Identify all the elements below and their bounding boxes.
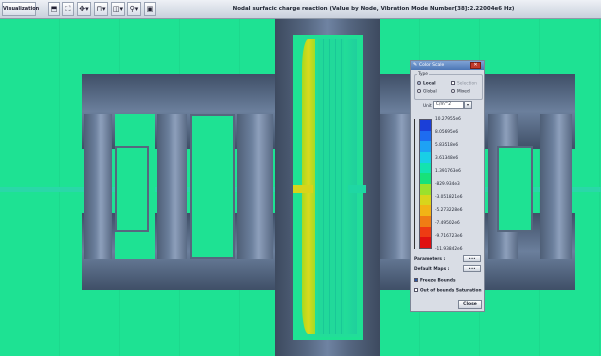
parameters-button[interactable]: •••: [463, 255, 481, 262]
color-swatch: [420, 141, 431, 153]
scale-value-label: 3.61348e6: [435, 155, 459, 161]
anchor-right: [348, 185, 366, 193]
selection-checkbox[interactable]: Selection: [451, 81, 477, 87]
freeze-bounds-checkbox[interactable]: Freeze Bounds: [414, 278, 456, 284]
local-radio[interactable]: Local: [417, 81, 436, 87]
default-maps-button[interactable]: •••: [463, 265, 481, 272]
color-swatch: [420, 205, 431, 217]
scale-value-label: 8.05695e6: [435, 129, 459, 135]
scale-value-label: -11.93842e6: [435, 246, 463, 252]
type-label: Type: [417, 72, 429, 77]
toolbar: Visualization ⬒ ⛶ ✥▾ ⊓▾ ◫▾ ⚲▾ ▣ Nodal su…: [0, 0, 601, 19]
type-group: [414, 74, 483, 100]
unit-dropdown-button[interactable]: ▾: [464, 101, 472, 109]
anchor-left: [293, 185, 313, 193]
color-swatch: [420, 237, 431, 249]
mixed-radio-indicator: [451, 89, 455, 93]
translate-icon[interactable]: ⊓▾: [94, 2, 108, 16]
palette-icon: ✎: [413, 62, 418, 68]
color-swatch: [420, 162, 431, 174]
left-small-post: [84, 114, 112, 259]
color-swatch: [420, 152, 431, 163]
local-radio-indicator: [417, 81, 421, 85]
default-maps-label: Default Maps :: [414, 267, 450, 272]
freeze-bounds-label: Freeze Bounds: [420, 278, 456, 284]
left-mid-pocket: [190, 114, 235, 259]
right-inner-pocket: [497, 146, 533, 232]
scale-value-label: -7.49502e6: [435, 220, 460, 226]
model-viewport[interactable]: [0, 19, 601, 356]
close-button[interactable]: Close: [458, 300, 482, 309]
color-swatch: [420, 173, 431, 185]
color-swatch: [420, 194, 431, 206]
out-of-bounds-checkbox[interactable]: Out of bounds Saturation: [414, 288, 482, 294]
color-swatch: [420, 130, 431, 142]
out-of-bounds-label: Out of bounds Saturation: [420, 288, 482, 294]
fit-view-icon[interactable]: ⛶: [62, 2, 74, 16]
freeze-bounds-check-indicator: [414, 278, 418, 282]
resonator-stripe: [318, 39, 344, 334]
close-icon[interactable]: ✕: [470, 62, 481, 69]
global-radio[interactable]: Global: [417, 89, 437, 95]
rotate-icon[interactable]: ✥▾: [77, 2, 91, 16]
global-label: Global: [423, 89, 437, 95]
scale-value-label: 5.83518e6: [435, 142, 459, 148]
local-label: Local: [423, 81, 436, 87]
left-mid-post: [157, 114, 187, 259]
scale-value-label: -3.051821e6: [435, 194, 463, 200]
scale-value-label: -5.273228e6: [435, 207, 463, 213]
scale-bracket: [414, 119, 417, 249]
scale-value-label: 1.391763e6: [435, 168, 461, 174]
color-scale-bar: [419, 119, 432, 249]
color-swatch: [420, 226, 431, 238]
scale-value-label: -9.716723e6: [435, 233, 463, 239]
visualization-tab[interactable]: Visualization: [2, 2, 39, 16]
chevron-down-icon: ▾: [466, 102, 469, 107]
zoom-icon[interactable]: ◫▾: [111, 2, 125, 16]
right-small-post: [540, 114, 572, 259]
dialog-title: Color Scale: [419, 63, 445, 68]
mixed-label: Mixed: [457, 89, 470, 95]
filter-icon[interactable]: ⚲▾: [127, 2, 141, 16]
unit-label: Unit: [423, 104, 432, 109]
selection-label: Selection: [457, 81, 477, 87]
scale-value-label: 10.27955e6: [435, 116, 461, 122]
color-scale-dialog: Color Scale ✎ ✕ Type Local Selection Glo…: [410, 60, 485, 312]
out-of-bounds-check-indicator: [414, 288, 418, 292]
color-swatch: [420, 216, 431, 227]
scale-value-label: -829.934e3: [435, 181, 460, 187]
color-swatch: [420, 120, 431, 131]
parameters-label: Parameters :: [414, 257, 446, 262]
unit-value: C/m^2: [436, 102, 451, 107]
selection-check-indicator: [451, 81, 455, 85]
model-view-icon[interactable]: ⬒: [48, 2, 60, 16]
left-inner-post: [237, 114, 273, 259]
unit-select[interactable]: C/m^2: [433, 101, 464, 109]
view-title: Nodal surfacic charge reaction (Value by…: [232, 6, 515, 12]
global-radio-indicator: [417, 89, 421, 93]
color-swatch: [420, 184, 431, 195]
mixed-radio[interactable]: Mixed: [451, 89, 470, 95]
left-inner-pocket: [115, 146, 149, 232]
